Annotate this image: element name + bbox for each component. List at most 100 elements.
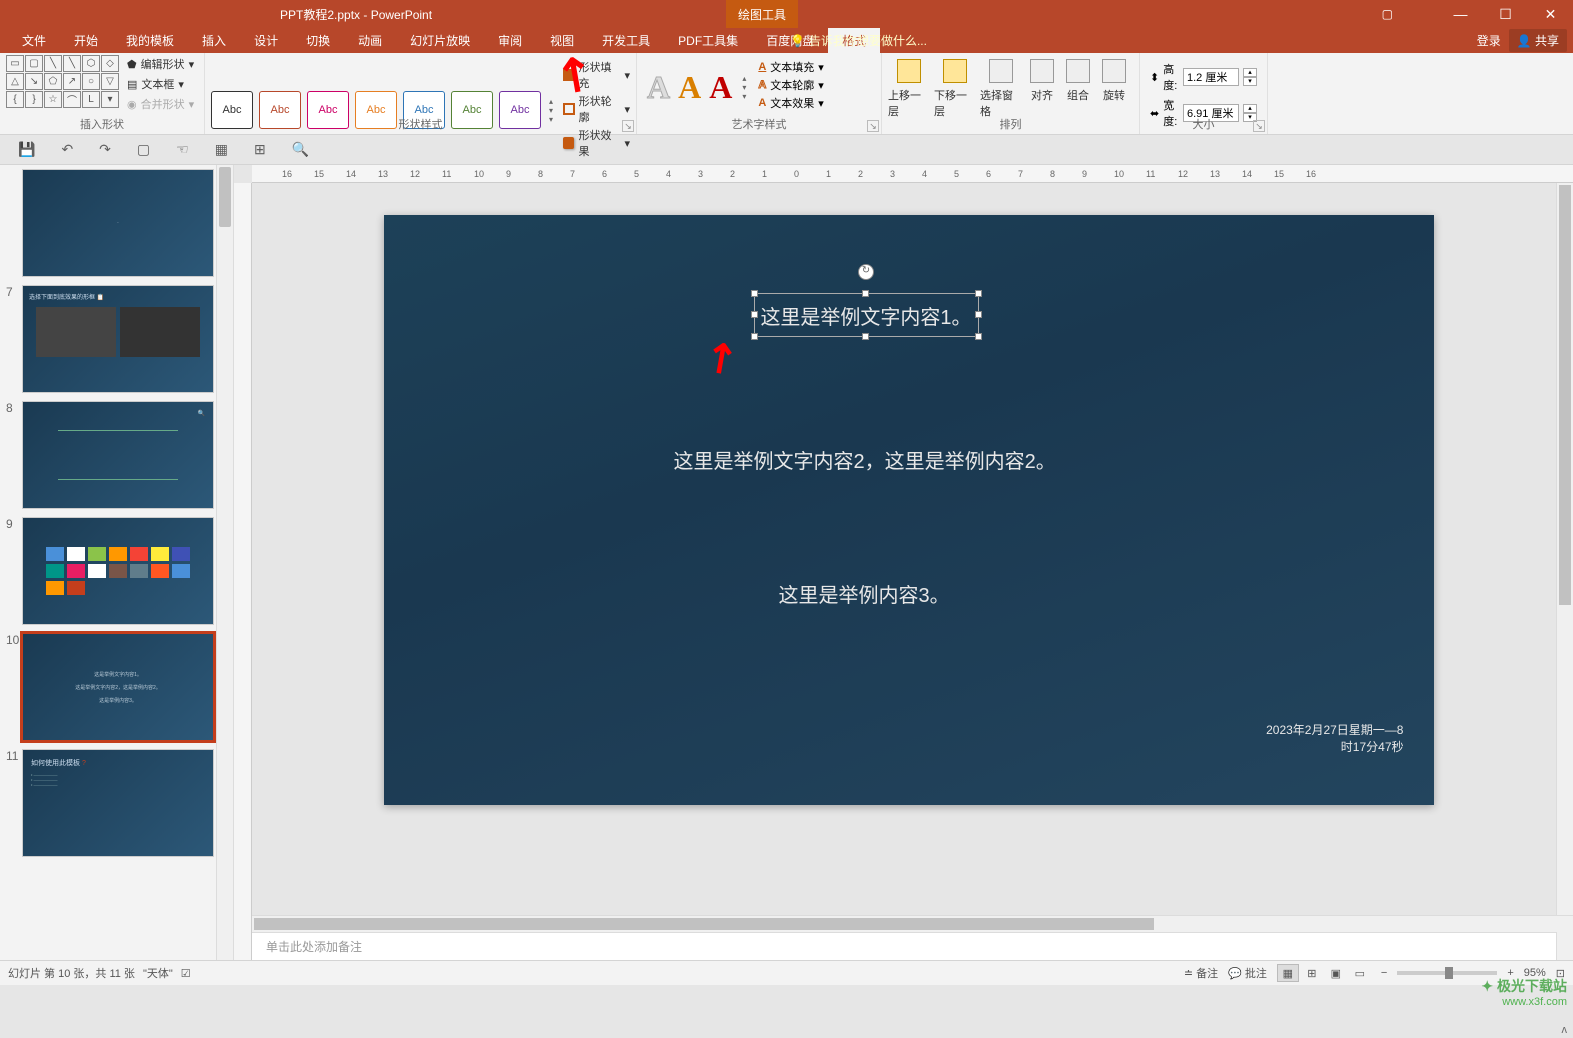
shape-item[interactable]: L — [82, 91, 100, 108]
reading-view-button[interactable]: ▣ — [1325, 964, 1347, 982]
shape-item[interactable]: ⌒ — [63, 91, 81, 108]
tab-transitions[interactable]: 切换 — [292, 28, 344, 53]
slide-text-1[interactable]: 这里是举例文字内容1。 — [760, 301, 971, 330]
notes-pane[interactable]: 单击此处添加备注 — [252, 932, 1573, 960]
shape-item[interactable]: ☆ — [44, 91, 62, 108]
thumb-preview[interactable]: 选择下面到底效果的形框 📋 — [22, 285, 214, 393]
sorter-view-button[interactable]: ⊞ — [1301, 964, 1323, 982]
shape-item[interactable]: ╲ — [63, 55, 81, 72]
shape-item[interactable]: } — [25, 91, 43, 108]
normal-view-button[interactable]: ▦ — [1277, 964, 1299, 982]
collapse-ribbon-button[interactable]: ʌ — [1562, 1024, 1568, 1036]
resize-handle[interactable] — [751, 290, 758, 297]
slide-date-text[interactable]: 2023年2月27日星期一—8 时17分47秒 — [1266, 721, 1403, 755]
wordart-more-button[interactable]: ▴▾▾ — [742, 74, 746, 101]
tab-my-templates[interactable]: 我的模板 — [112, 28, 188, 53]
login-button[interactable]: 登录 — [1477, 32, 1501, 49]
spin-up[interactable]: ▴ — [1243, 104, 1257, 113]
shape-item[interactable]: ▭ — [6, 55, 24, 72]
tab-file[interactable]: 文件 — [8, 28, 60, 53]
thumbnail[interactable]: · — [4, 169, 229, 277]
spin-down[interactable]: ▾ — [1243, 77, 1257, 86]
notes-toggle[interactable]: ≐ 备注 — [1184, 965, 1218, 981]
canvas-scrollbar-vertical[interactable] — [1556, 183, 1573, 960]
zoom-slider[interactable] — [1397, 971, 1497, 975]
shape-item[interactable]: ↘ — [25, 73, 43, 90]
thumb-preview[interactable]: 如何使用此模板 ? • —————— • —————— • —————— — [22, 749, 214, 857]
undo-button[interactable]: ↶ — [61, 141, 73, 158]
shape-item[interactable]: { — [6, 91, 24, 108]
text-effects-button[interactable]: A文本效果 ▾ — [758, 95, 823, 111]
send-backward-button[interactable]: 下移一层 — [934, 59, 976, 119]
thumbnail[interactable]: 9 — [4, 517, 229, 625]
thumbnail-scrollbar[interactable] — [216, 165, 233, 960]
share-button[interactable]: 👤 共享 — [1509, 29, 1567, 52]
thumbnail-pane[interactable]: · 7 选择下面到底效果的形框 📋 8 🔍 9 — [0, 165, 234, 960]
dialog-launcher[interactable]: ↘ — [1253, 120, 1265, 132]
ribbon-display-options[interactable]: ▢ — [1382, 7, 1393, 21]
bring-forward-button[interactable]: 上移一层 — [888, 59, 930, 119]
shape-item[interactable]: ▽ — [101, 73, 119, 90]
spin-up[interactable]: ▴ — [1243, 68, 1257, 77]
resize-handle[interactable] — [975, 311, 982, 318]
dialog-launcher[interactable]: ↘ — [622, 120, 634, 132]
resize-handle[interactable] — [975, 290, 982, 297]
wordart-preset[interactable]: A — [647, 69, 670, 106]
shape-item[interactable]: ▢ — [25, 55, 43, 72]
align-button[interactable]: 对齐 — [1026, 59, 1058, 119]
edit-shape-button[interactable]: ⬟ 编辑形状 ▾ — [125, 55, 196, 73]
maximize-button[interactable]: ☐ — [1483, 0, 1528, 28]
shape-item[interactable]: ↗ — [63, 73, 81, 90]
dialog-launcher[interactable]: ↘ — [867, 120, 879, 132]
redo-button[interactable]: ↷ — [99, 141, 111, 158]
zoom-handle[interactable] — [1445, 967, 1453, 979]
slideshow-view-button[interactable]: ▭ — [1349, 964, 1371, 982]
save-button[interactable]: 💾 — [18, 141, 35, 158]
height-input[interactable] — [1183, 68, 1239, 86]
resize-handle[interactable] — [862, 333, 869, 340]
tab-home[interactable]: 开始 — [60, 28, 112, 53]
thumb-preview[interactable]: 这是举例文字内容1。 这是举例文字内容2，这是举例内容2。 这是举例内容3。 — [22, 633, 214, 741]
shape-styles-gallery[interactable]: Abc Abc Abc Abc Abc Abc Abc ▴▾▾ — [211, 55, 553, 159]
group-button[interactable]: 组合 — [1062, 59, 1094, 119]
comments-toggle[interactable]: 💬 批注 — [1228, 965, 1267, 981]
tab-slideshow[interactable]: 幻灯片放映 — [396, 28, 484, 53]
tab-animations[interactable]: 动画 — [344, 28, 396, 53]
thumbnail[interactable]: 11 如何使用此模板 ? • —————— • —————— • —————— — [4, 749, 229, 857]
thumbnail[interactable]: 10 这是举例文字内容1。 这是举例文字内容2，这是举例内容2。 这是举例内容3… — [4, 633, 229, 741]
rotate-button[interactable]: 旋转 — [1098, 59, 1130, 119]
slide-canvas[interactable]: ↻ 这里是举例文字内容1。 ↗ 这里是举例文字内容2，这里是举例内容2。 这里是… — [384, 215, 1434, 805]
wordart-gallery[interactable]: A A A ▴▾▾ — [643, 55, 750, 111]
tab-review[interactable]: 审阅 — [484, 28, 536, 53]
slide-text-3[interactable]: 这里是举例内容3。 — [779, 579, 950, 608]
shape-item[interactable]: ○ — [82, 73, 100, 90]
context-tab-drawing-tools[interactable]: 绘图工具 — [726, 0, 798, 28]
slideshow-from-start-button[interactable]: ▢ — [137, 141, 150, 158]
slide-text-2[interactable]: 这里是举例文字内容2，这里是举例内容2。 — [674, 445, 1056, 474]
text-fill-button[interactable]: A文本填充 ▾ — [758, 59, 823, 75]
canvas-scrollbar-horizontal[interactable] — [252, 915, 1573, 932]
resize-handle[interactable] — [862, 290, 869, 297]
language-indicator[interactable]: "天体" — [143, 965, 173, 981]
text-outline-button[interactable]: A文本轮廓 ▾ — [758, 77, 823, 93]
selection-pane-button[interactable]: 选择窗格 — [980, 59, 1022, 119]
touch-mode-button[interactable]: ☜ — [176, 141, 189, 158]
wordart-preset[interactable]: A — [678, 69, 701, 106]
tab-insert[interactable]: 插入 — [188, 28, 240, 53]
tab-developer[interactable]: 开发工具 — [588, 28, 664, 53]
resize-handle[interactable] — [751, 311, 758, 318]
shape-item[interactable]: ⬠ — [44, 73, 62, 90]
close-button[interactable]: ✕ — [1528, 0, 1573, 28]
text-box-button[interactable]: ▤ 文本框 ▾ — [125, 75, 196, 93]
shape-item[interactable]: △ — [6, 73, 24, 90]
minimize-button[interactable]: — — [1438, 0, 1483, 28]
shape-item[interactable]: ◇ — [101, 55, 119, 72]
thumb-preview[interactable]: · — [22, 169, 214, 277]
slide-counter[interactable]: 幻灯片 第 10 张，共 11 张 — [8, 965, 135, 981]
spellcheck-indicator[interactable]: ☑ — [181, 967, 191, 980]
selected-textbox[interactable]: ↻ 这里是举例文字内容1。 — [754, 293, 979, 337]
shape-item[interactable]: ⬡ — [82, 55, 100, 72]
shape-item[interactable]: ▾ — [101, 91, 119, 108]
resize-handle[interactable] — [751, 333, 758, 340]
wordart-preset[interactable]: A — [709, 69, 732, 106]
